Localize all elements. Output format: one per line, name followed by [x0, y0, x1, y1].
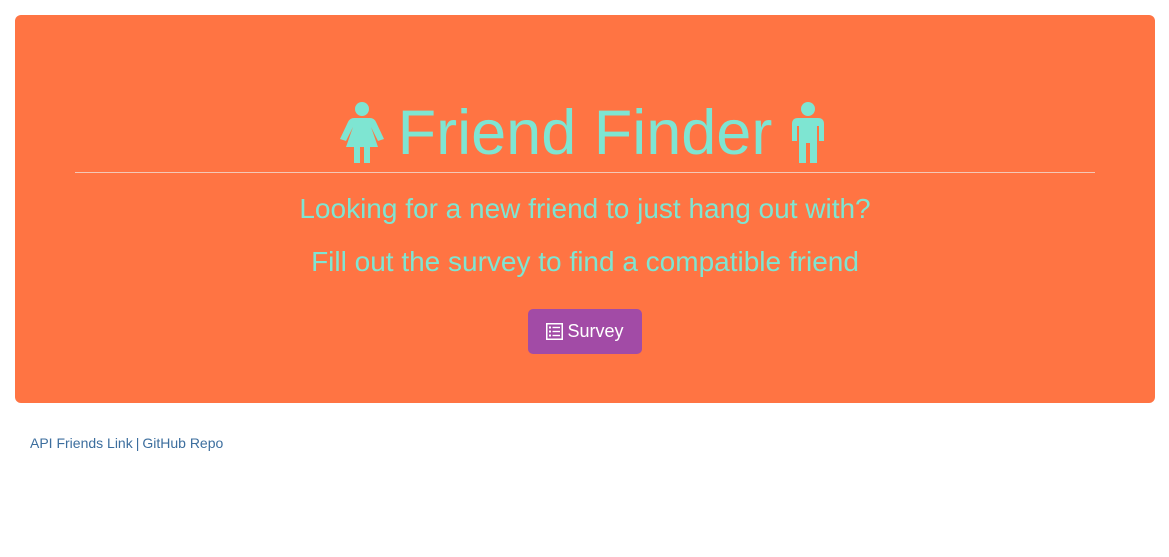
github-repo-link[interactable]: GitHub Repo	[142, 435, 223, 451]
divider	[75, 172, 1095, 173]
page-title: Friend Finder	[397, 98, 773, 168]
survey-button-label: Survey	[567, 321, 624, 341]
survey-button[interactable]: Survey	[528, 309, 642, 354]
female-icon	[339, 102, 384, 163]
page-title-row: Friend Finder	[15, 97, 1155, 169]
api-friends-link[interactable]: API Friends Link	[30, 435, 133, 451]
list-alt-icon	[546, 323, 564, 340]
lead-text-1: Looking for a new friend to just hang ou…	[299, 193, 871, 224]
footer-separator: |	[135, 435, 140, 451]
jumbotron: Friend Finder Looking for a new friend t…	[15, 15, 1155, 403]
lead-text-2: Fill out the survey to find a compatible…	[311, 246, 859, 277]
male-icon	[792, 102, 825, 163]
footer: API Friends Link | GitHub Repo	[30, 434, 223, 452]
